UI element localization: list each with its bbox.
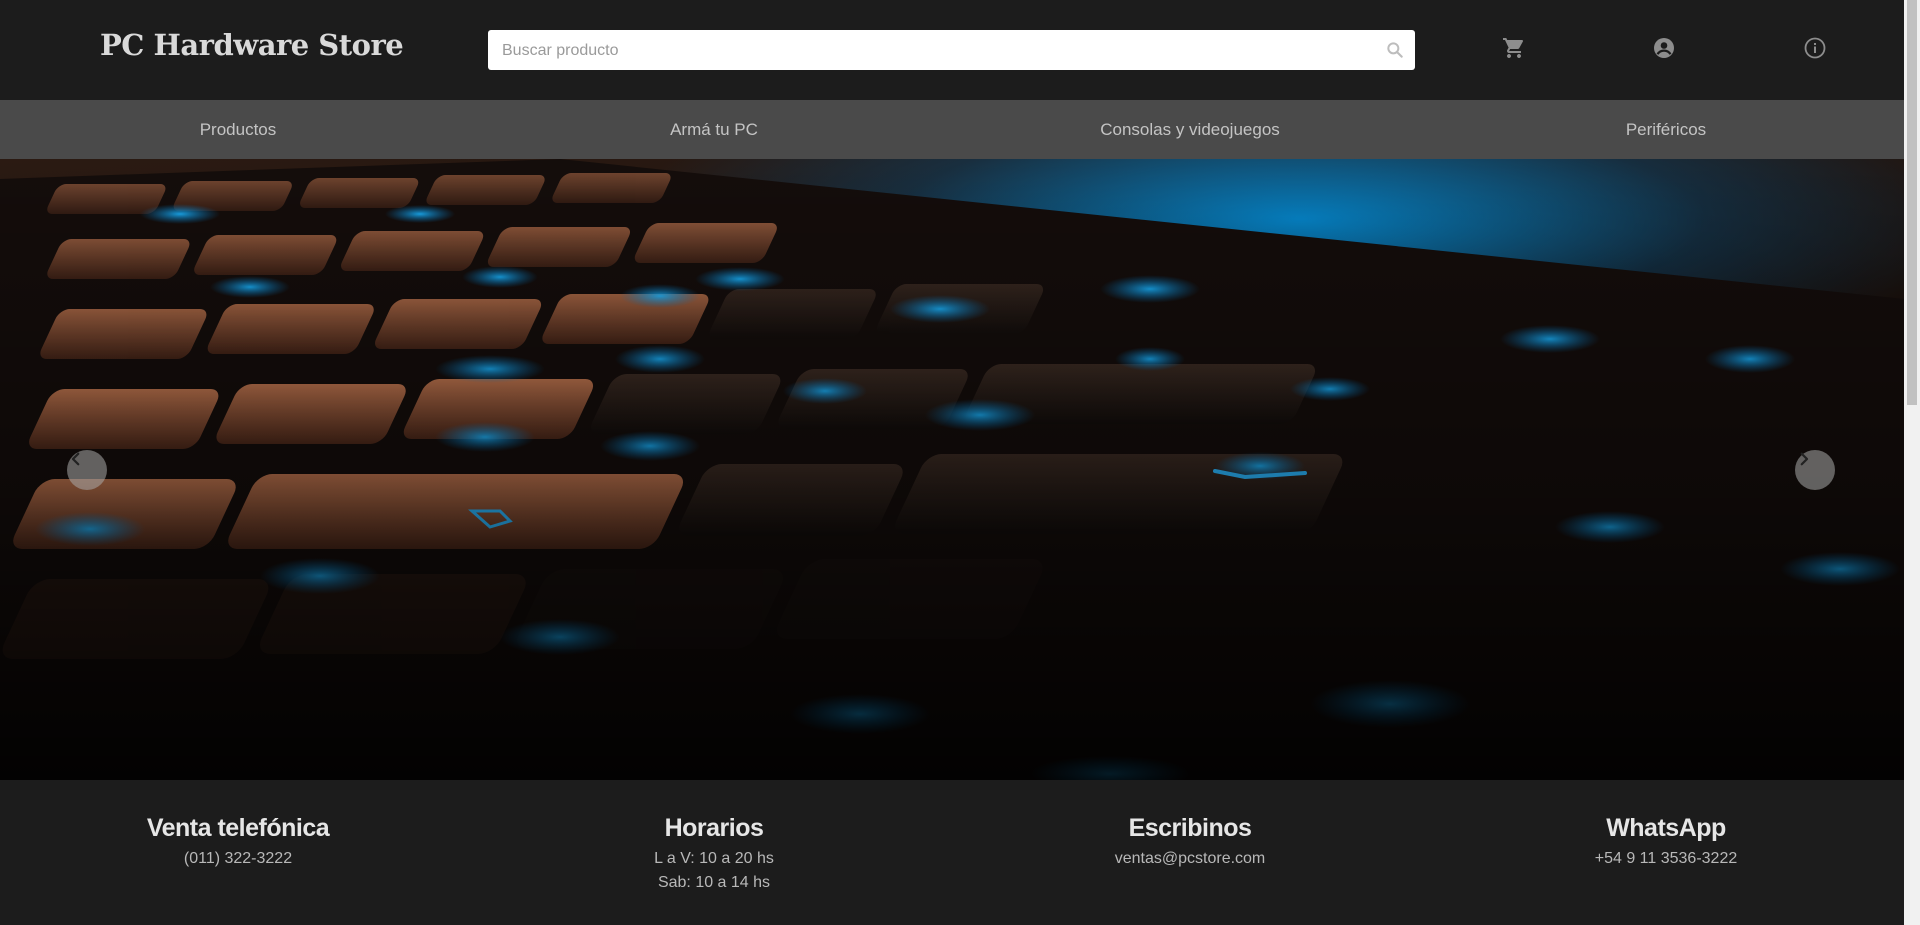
footer-whatsapp-number[interactable]: +54 9 11 3536-3222	[1428, 847, 1904, 871]
nav-item-productos[interactable]: Productos	[0, 100, 476, 159]
footer-title: WhatsApp	[1606, 814, 1726, 842]
site-logo[interactable]: PC Hardware Store	[100, 28, 404, 62]
footer-email: Escribinos ventas@pcstore.com	[952, 814, 1428, 871]
nav-item-arma-tu-pc[interactable]: Armá tu PC	[476, 100, 952, 159]
footer-line: L a V: 10 a 20 hs	[654, 850, 774, 867]
footer-hours: Horarios L a V: 10 a 20 hs Sab: 10 a 14 …	[476, 814, 952, 895]
footer-line: Sab: 10 a 14 hs	[657, 874, 771, 891]
footer-whatsapp: WhatsApp +54 9 11 3536-3222	[1428, 814, 1904, 871]
chevron-left-icon	[71, 452, 80, 466]
header: PC Hardware Store	[0, 0, 1904, 100]
search-bar	[488, 30, 1415, 72]
footer-title: Horarios	[664, 814, 764, 842]
footer-line: (011) 322-3222	[183, 850, 293, 867]
page: PC Hardware Store Productos Armá tu PC C…	[0, 0, 1920, 925]
scrollbar[interactable]	[1904, 0, 1920, 925]
nav-item-consolas[interactable]: Consolas y videojuegos	[952, 100, 1428, 159]
search-icon[interactable]	[1385, 40, 1405, 60]
footer-title: Venta telefónica	[146, 814, 330, 842]
carousel-prev-button[interactable]	[67, 450, 107, 490]
footer-phone-sales: Venta telefónica (011) 322-3222	[0, 814, 476, 871]
cart-icon[interactable]	[1502, 36, 1526, 60]
scrollbar-thumb[interactable]	[1907, 0, 1917, 405]
search-input[interactable]	[500, 30, 1364, 72]
chevron-right-icon	[1800, 452, 1809, 466]
hero-carousel	[0, 159, 1904, 780]
main-nav: Productos Armá tu PC Consolas y videojue…	[0, 100, 1904, 159]
info-icon[interactable]	[1803, 36, 1827, 60]
footer-email-link[interactable]: ventas@pcstore.com	[952, 847, 1428, 871]
nav-item-perifericos[interactable]: Periféricos	[1428, 100, 1904, 159]
keyboard-photo	[0, 159, 1904, 780]
footer-title: Escribinos	[1128, 814, 1252, 842]
footer: Venta telefónica (011) 322-3222 Horarios…	[0, 780, 1904, 925]
account-icon[interactable]	[1652, 36, 1676, 60]
carousel-next-button[interactable]	[1795, 450, 1835, 490]
